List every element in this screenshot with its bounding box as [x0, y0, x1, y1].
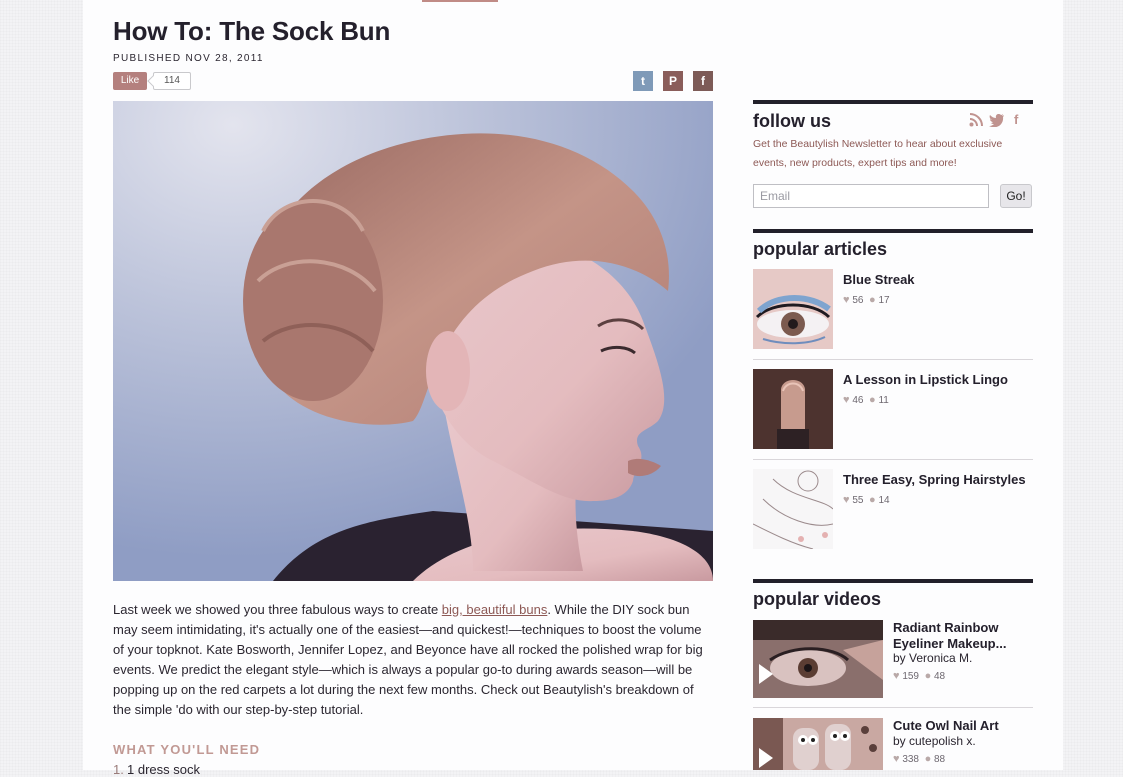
- article-stats: ♥ 56 ● 17: [843, 294, 890, 306]
- facebook-icon[interactable]: f: [1014, 112, 1018, 127]
- like-count: 56: [852, 295, 864, 306]
- video-title-line: Radiant Rainbow: [893, 620, 999, 635]
- comment-icon: ●: [869, 294, 876, 306]
- video-thumbnail[interactable]: [753, 718, 883, 770]
- rss-icon[interactable]: [969, 113, 983, 130]
- heart-icon: ♥: [893, 670, 900, 682]
- article-thumbnail[interactable]: [753, 469, 833, 549]
- item-divider: [753, 459, 1033, 460]
- like-count-badge: 114: [153, 72, 191, 90]
- video-title[interactable]: Cute Owl Nail Art: [893, 718, 1023, 734]
- comment-count: 11: [878, 395, 889, 406]
- email-input[interactable]: [753, 184, 989, 208]
- newsletter-description: Get the Beautylish Newsletter to hear ab…: [753, 138, 1003, 169]
- article-stats: ♥ 55 ● 14: [843, 494, 890, 506]
- video-stats: ♥ 338 ● 88: [893, 753, 945, 765]
- like-count: 46: [852, 395, 864, 406]
- comment-icon: ●: [924, 670, 932, 682]
- article-text: Last week we showed you three fabulous w…: [113, 602, 442, 617]
- video-author: by Veronica M.: [893, 651, 973, 665]
- comment-icon: ●: [869, 394, 876, 406]
- section-heading: WHAT YOU'LL NEED: [113, 742, 261, 757]
- article-body: Last week we showed you three fabulous w…: [113, 600, 713, 720]
- twitter-icon[interactable]: [989, 113, 1005, 130]
- item-divider: [753, 707, 1033, 708]
- follow-us-heading: follow us: [753, 111, 831, 131]
- big-buns-link[interactable]: big, beautiful buns: [442, 602, 548, 617]
- hero-image: [113, 101, 713, 581]
- item-divider: [753, 359, 1033, 360]
- video-author: by cutepolish x.: [893, 734, 976, 748]
- article-stats: ♥ 46 ● 11: [843, 394, 889, 406]
- twitter-share-icon[interactable]: t: [633, 71, 653, 91]
- video-stats: ♥ 159 ● 48: [893, 670, 945, 682]
- comment-count: 17: [878, 295, 890, 306]
- pinterest-share-icon[interactable]: P: [663, 71, 683, 91]
- like-count: 338: [902, 754, 919, 765]
- page-container: How To: The Sock Bun PUBLISHED NOV 28, 2…: [83, 0, 1063, 777]
- comment-icon: ●: [924, 753, 932, 765]
- article-title[interactable]: A Lesson in Lipstick Lingo: [843, 372, 1008, 388]
- section-divider: [753, 229, 1033, 233]
- section-divider: [753, 579, 1033, 583]
- popular-articles-heading: popular articles: [753, 239, 888, 259]
- article-thumbnail[interactable]: [753, 269, 833, 349]
- section-divider: [753, 100, 1033, 104]
- nav-active-indicator: [422, 0, 498, 2]
- heart-icon: ♥: [843, 494, 850, 506]
- video-thumbnail[interactable]: [753, 620, 883, 698]
- article-title[interactable]: Blue Streak: [843, 272, 915, 288]
- published-date: PUBLISHED NOV 28, 2011: [113, 53, 264, 64]
- heart-icon: ♥: [843, 294, 850, 306]
- comment-count: 88: [934, 754, 946, 765]
- comment-count: 48: [934, 671, 946, 682]
- article-title[interactable]: Three Easy, Spring Hairstyles: [843, 472, 1026, 488]
- go-button[interactable]: Go!: [1000, 184, 1032, 208]
- video-title-line: Cute Owl Nail Art: [893, 718, 999, 733]
- heart-icon: ♥: [893, 753, 900, 765]
- article-text: . While the DIY sock bun may seem intimi…: [113, 602, 703, 717]
- facebook-share-icon[interactable]: f: [693, 71, 713, 91]
- like-count: 159: [902, 671, 919, 682]
- heart-icon: ♥: [843, 394, 850, 406]
- follow-icons: f: [969, 112, 1035, 130]
- like-count: 55: [852, 495, 864, 506]
- page-title: How To: The Sock Bun: [113, 16, 391, 46]
- comment-count: 14: [878, 495, 890, 506]
- video-title[interactable]: Radiant Rainbow Eyeliner Makeup...: [893, 620, 1023, 652]
- comment-icon: ●: [869, 494, 876, 506]
- popular-videos-heading: popular videos: [753, 589, 882, 609]
- video-title-line: Eyeliner Makeup...: [893, 636, 1007, 651]
- like-button[interactable]: Like: [113, 72, 147, 90]
- hero-illustration: [113, 101, 713, 581]
- article-thumbnail[interactable]: [753, 369, 833, 449]
